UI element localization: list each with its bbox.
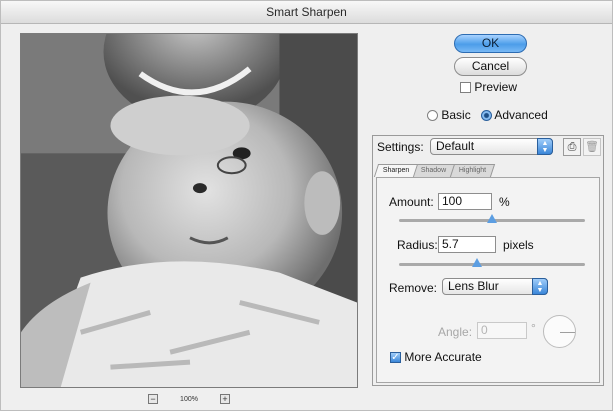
tab-bar: Sharpen Shadow Highlight <box>373 164 496 177</box>
radius-unit: pixels <box>503 238 534 252</box>
trash-icon[interactable]: 🗑 <box>583 138 601 156</box>
zoom-in-button[interactable]: + <box>219 394 230 404</box>
angle-dial[interactable] <box>543 315 576 348</box>
radius-label: Radius: <box>397 238 438 252</box>
save-settings-icon[interactable]: ⎙ <box>563 138 581 156</box>
angle-input[interactable]: 0 <box>477 322 527 339</box>
advanced-label: Advanced <box>494 108 548 122</box>
radius-slider-thumb[interactable] <box>472 258 483 267</box>
settings-label: Settings: <box>377 140 424 154</box>
remove-select[interactable]: Lens Blur ▲ ▼ <box>442 278 548 295</box>
tab-sharpen[interactable]: Sharpen <box>373 164 419 177</box>
chevron-updown-icon: ▲ ▼ <box>537 138 553 155</box>
radius-input[interactable]: 5.7 <box>438 236 496 253</box>
more-accurate-checkbox[interactable]: ✓ <box>390 352 401 364</box>
advanced-radio[interactable] <box>480 110 492 122</box>
tab-sharpen-label: Sharpen <box>382 167 410 174</box>
zoom-level: 100% <box>180 395 198 403</box>
amount-unit: % <box>499 195 510 209</box>
preview-label: Preview <box>474 80 518 94</box>
settings-value: Default <box>436 139 475 153</box>
tab-highlight[interactable]: Highlight <box>449 164 496 177</box>
settings-select[interactable]: Default ▲ ▼ <box>430 138 553 155</box>
basic-radio[interactable] <box>427 110 438 122</box>
preview-photo <box>21 34 357 387</box>
chevron-updown-icon: ▲ ▼ <box>532 278 548 295</box>
smart-sharpen-dialog: Smart Sharpen − 100% + OK Cancel Preview… <box>0 0 613 411</box>
remove-value: Lens Blur <box>448 279 499 293</box>
ok-button[interactable]: OK <box>454 34 527 53</box>
tab-shadow-label: Shadow <box>421 167 447 174</box>
angle-unit: ° <box>531 321 536 335</box>
basic-label: Basic <box>441 108 471 122</box>
radius-slider[interactable] <box>399 263 585 266</box>
dialog-title: Smart Sharpen <box>1 1 612 24</box>
more-accurate-toggle[interactable]: ✓ More Accurate <box>390 350 482 364</box>
preview-toggle[interactable]: Preview <box>460 80 517 94</box>
amount-slider-thumb[interactable] <box>487 214 497 223</box>
angle-label: Angle: <box>438 325 473 339</box>
amount-input[interactable]: 100 <box>438 193 492 210</box>
amount-label: Amount: <box>389 195 434 209</box>
zoom-out-button[interactable]: − <box>148 394 159 404</box>
more-accurate-label: More Accurate <box>404 350 482 364</box>
remove-label: Remove: <box>389 281 438 295</box>
preview-checkbox[interactable] <box>460 82 471 94</box>
zoom-controls: − 100% + <box>20 391 358 407</box>
mode-radio-group: Basic Advanced <box>427 108 548 122</box>
tab-highlight-label: Highlight <box>458 167 486 174</box>
cancel-button[interactable]: Cancel <box>454 57 527 76</box>
preview-pane[interactable] <box>20 33 358 388</box>
